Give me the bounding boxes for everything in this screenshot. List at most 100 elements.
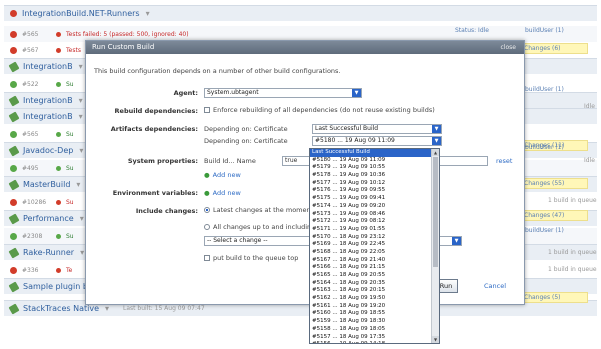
chevron-down-icon[interactable]: ▾ (80, 248, 84, 257)
agent-select[interactable]: System.ubtagent ▼ (204, 88, 362, 98)
dropdown-option[interactable]: #5165 ... 18 Aug 09 20:55 (310, 272, 439, 280)
triggered-by-link[interactable]: buildUser (1) (525, 227, 564, 234)
dropdown-option[interactable]: #5179 ... 19 Aug 09 10:55 (310, 164, 439, 172)
cancel-link[interactable]: Cancel (484, 282, 506, 290)
artifacts-dependency-1-select[interactable]: Last Successful Build ▼ (312, 124, 442, 134)
dropdown-option[interactable]: #5163 ... 18 Aug 09 20:15 (310, 287, 439, 295)
chevron-down-icon[interactable]: ▾ (76, 180, 80, 189)
changes-link[interactable]: Changes (6) (520, 43, 588, 54)
queue-status[interactable]: 1 build in queue (548, 197, 597, 204)
latest-changes-option[interactable]: Latest changes at the moment (204, 206, 313, 214)
build-number[interactable]: #565 (22, 31, 56, 38)
queue-status[interactable]: 1 build in queue (548, 266, 597, 273)
dropdown-option[interactable]: #5173 ... 19 Aug 09 08:46 (310, 211, 439, 219)
build-number[interactable]: #522 (22, 81, 56, 88)
add-environment-variable-link[interactable]: ● Add new (204, 189, 241, 197)
all-changes-option[interactable]: All changes up to and including (204, 223, 315, 231)
scroll-down-icon[interactable]: ▼ (432, 336, 439, 343)
dropdown-option[interactable]: #5178 ... 19 Aug 09 10:36 (310, 172, 439, 180)
build-config-title[interactable]: StackTraces Native (23, 304, 99, 313)
dropdown-option[interactable]: #5169 ... 18 Aug 09 22:45 (310, 241, 439, 249)
all-changes-radio[interactable] (204, 224, 210, 230)
triggered-by-link[interactable]: buildUser (1) (525, 86, 564, 93)
rebuild-dependencies-checkbox[interactable] (204, 107, 210, 113)
dialog-close-link[interactable]: close (501, 41, 516, 54)
dropdown-option[interactable]: #5174 ... 19 Aug 09 09:20 (310, 203, 439, 211)
queue-status[interactable]: 1 build in queue (548, 249, 597, 256)
dropdown-option[interactable]: #5171 ... 19 Aug 09 01:55 (310, 226, 439, 234)
queue-top-option[interactable]: put build to the queue top (204, 254, 298, 262)
chevron-down-icon[interactable]: ▾ (79, 96, 83, 105)
dropdown-option[interactable]: #5159 ... 18 Aug 09 18:30 (310, 318, 439, 326)
run-custom-build-dialog: Run Custom Build close This build config… (85, 40, 525, 305)
build-status-text[interactable]: Tests (66, 47, 81, 54)
dropdown-option[interactable]: #5177 ... 19 Aug 09 10:12 (310, 180, 439, 188)
build-number[interactable]: #10286 (22, 199, 56, 206)
dropdown-option[interactable]: #5156 ... 10 Aug 09 14:18 (310, 341, 439, 343)
build-config-title[interactable]: IntegrationB (23, 62, 73, 71)
latest-changes-text: Latest changes at the moment (213, 206, 314, 214)
dropdown-option[interactable]: #5164 ... 18 Aug 09 20:35 (310, 280, 439, 288)
environment-variables-label: Environment variables: (112, 189, 198, 197)
build-config-title[interactable]: Javadoc-Dep (23, 146, 73, 155)
build-number[interactable]: #2308 (22, 233, 56, 240)
dropdown-option[interactable]: #5175 ... 19 Aug 09 09:41 (310, 195, 439, 203)
chevron-down-icon[interactable]: ▾ (105, 304, 109, 313)
chevron-down-icon[interactable]: ▾ (79, 62, 83, 71)
build-status-text[interactable]: Su (66, 131, 74, 138)
build-status-text[interactable]: Su (66, 81, 74, 88)
build-number[interactable]: #495 (22, 165, 56, 172)
chevron-down-icon[interactable]: ▾ (79, 146, 83, 155)
build-status-text[interactable]: Su (66, 233, 74, 240)
build-config-title[interactable]: IntegrationB (23, 112, 73, 121)
system-property-value-input[interactable]: true (282, 156, 310, 166)
build-config-title[interactable]: MasterBuild (23, 180, 70, 189)
add-system-property-link[interactable]: ● Add new (204, 171, 241, 179)
build-config-title[interactable]: Performance (23, 214, 74, 223)
build-status-text[interactable]: Te (66, 267, 72, 274)
success-status-icon (8, 303, 20, 314)
latest-changes-radio[interactable] (204, 207, 210, 213)
dropdown-scrollbar[interactable]: ▲ ▼ (431, 149, 439, 343)
dropdown-option[interactable]: #5170 ... 18 Aug 09 23:12 (310, 234, 439, 242)
build-status-text[interactable]: Su (66, 165, 74, 172)
scroll-up-icon[interactable]: ▲ (432, 149, 439, 156)
scrollbar-thumb[interactable] (433, 157, 438, 267)
dropdown-option[interactable]: #5167 ... 18 Aug 09 21:40 (310, 257, 439, 265)
system-property-extra-input[interactable] (436, 156, 488, 166)
dropdown-items: Last Successful Build #5180 ... 19 Aug 09… (310, 149, 439, 343)
build-config-row[interactable]: IntegrationBuild.NET-Runners ▾ (4, 5, 597, 21)
changes-link[interactable]: Changes (47) (520, 210, 588, 221)
dropdown-option[interactable]: #5162 ... 18 Aug 09 19:50 (310, 295, 439, 303)
build-number[interactable]: #565 (22, 131, 56, 138)
build-version-dropdown-list[interactable]: Last Successful Build #5180 ... 19 Aug 09… (309, 148, 440, 344)
dropdown-option[interactable]: #5158 ... 18 Aug 09 18:05 (310, 326, 439, 334)
triggered-by-link[interactable]: Status: Idle (455, 27, 489, 34)
build-config-title[interactable]: Rake-Runner (23, 248, 74, 257)
dropdown-option[interactable]: #5172 ... 19 Aug 09 08:12 (310, 218, 439, 226)
queue-top-checkbox[interactable] (204, 255, 210, 261)
build-number[interactable]: #567 (22, 47, 56, 54)
dropdown-option[interactable]: #5160 ... 18 Aug 09 18:55 (310, 310, 439, 318)
build-config-title[interactable]: IntegrationBuild.NET-Runners (22, 9, 140, 18)
system-property-reset-link[interactable]: reset (496, 157, 512, 165)
build-status-text[interactable]: Tests failed: 5 (passed: 500, ignored: 4… (66, 31, 189, 38)
artifacts-dependency-2-select[interactable]: #5180 ... 19 Aug 09 11:09 ▼ (312, 136, 442, 146)
build-status-text[interactable]: Su (66, 199, 74, 206)
build-config-title[interactable]: IntegrationB (23, 96, 73, 105)
dropdown-option[interactable]: #5157 ... 18 Aug 09 17:35 (310, 334, 439, 342)
triggered-by-link[interactable]: buildUser (1) (525, 27, 564, 34)
chevron-down-icon[interactable]: ▾ (80, 214, 84, 223)
triggered-by-link[interactable]: buildUser (1) (525, 144, 564, 151)
build-number[interactable]: #336 (22, 267, 56, 274)
dropdown-option[interactable]: #5161 ... 18 Aug 09 19:20 (310, 303, 439, 311)
chevron-down-icon[interactable]: ▾ (79, 112, 83, 121)
dropdown-option[interactable]: #5176 ... 19 Aug 09 09:55 (310, 187, 439, 195)
changes-link[interactable]: Changes (5) (520, 292, 588, 303)
dropdown-option[interactable]: #5166 ... 18 Aug 09 21:15 (310, 264, 439, 272)
dropdown-option[interactable]: #5180 ... 19 Aug 09 11:09 (310, 157, 439, 165)
chevron-down-icon[interactable]: ▾ (146, 9, 150, 18)
dropdown-option[interactable]: Last Successful Build (310, 149, 439, 157)
dropdown-option[interactable]: #5168 ... 18 Aug 09 22:05 (310, 249, 439, 257)
changes-link[interactable]: Changes (55) (520, 178, 588, 189)
